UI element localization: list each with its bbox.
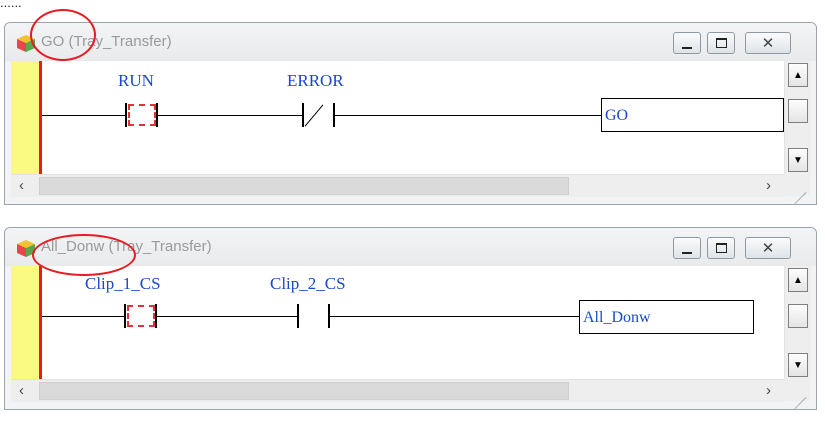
arrow-up-icon: ▲ [793,69,803,81]
rung-wire [42,316,124,317]
minimize-icon [682,249,692,254]
minimize-button[interactable] [673,32,701,54]
maximize-button[interactable] [707,237,735,259]
scroll-left-icon[interactable]: ‹ [19,382,24,399]
horizontal-scrollbar[interactable]: ‹ › [11,174,784,197]
program-icon [17,35,35,52]
left-power-rail [11,266,42,379]
ladder-editor-area[interactable]: Clip_1_CS Clip_2_CS All_Donw [11,266,784,379]
contact-2-label: Clip_2_CS [270,274,346,293]
contact-1-label: Clip_1_CS [85,274,161,293]
horizontal-scrollbar[interactable]: ‹ › [11,379,784,402]
maximize-button[interactable] [707,32,735,54]
contact-2-left-bar [302,103,304,127]
close-button[interactable]: ✕ [745,237,791,259]
vertical-scroll-thumb[interactable] [788,304,808,328]
arrow-up-icon: ▲ [793,274,803,286]
window-titlebar[interactable]: GO (Tray_Transfer) ✕ [5,23,816,61]
output-coil[interactable]: GO [601,98,784,132]
scroll-left-icon[interactable]: ‹ [19,177,24,194]
scroll-up-button[interactable]: ▲ [788,268,808,292]
close-icon: ✕ [761,240,775,257]
rung-wire [158,115,302,116]
program-icon [17,240,35,257]
horizontal-scroll-thumb[interactable] [39,177,569,195]
vertical-scroll-thumb[interactable] [788,99,808,123]
normally-closed-slash [304,104,324,127]
scroll-right-icon[interactable]: › [766,382,771,399]
window-title: All_Donw (Tray_Transfer) [41,238,212,255]
minimize-button[interactable] [673,237,701,259]
close-icon: ✕ [761,35,775,52]
output-coil[interactable]: All_Donw [579,300,754,334]
scroll-right-icon[interactable]: › [766,177,771,194]
resize-grip-icon[interactable] [784,379,810,409]
contact-1-left-bar [124,304,126,328]
rung-wire [335,115,601,116]
ladder-editor-area[interactable]: RUN ERROR GO [11,61,784,174]
vertical-scrollbar[interactable]: ▲ ▼ [784,61,811,174]
coil-label: GO [605,107,629,124]
contact-2-left-bar [297,304,299,328]
rung-wire [330,316,579,317]
minimize-icon [682,44,692,49]
selected-cell-cursor[interactable] [127,305,155,327]
contact-2-label: ERROR [287,71,344,90]
resize-grip-icon[interactable] [784,174,810,204]
scroll-down-button[interactable]: ▼ [788,148,808,172]
rung-wire [157,316,297,317]
cropped-document-text: ...... [0,0,22,10]
close-button[interactable]: ✕ [745,32,791,54]
horizontal-scroll-thumb[interactable] [39,382,569,400]
contact-1-label: RUN [118,71,154,90]
window-title: GO (Tray_Transfer) [41,33,172,50]
contact-1-left-bar [125,103,127,127]
scroll-down-button[interactable]: ▼ [788,353,808,377]
coil-label: All_Donw [583,309,651,326]
selected-cell-cursor[interactable] [128,104,156,126]
ladder-window-all-donw: All_Donw (Tray_Transfer) ✕ Clip_1_CS Cli… [4,227,817,410]
scroll-up-button[interactable]: ▲ [788,63,808,87]
window-titlebar[interactable]: All_Donw (Tray_Transfer) ✕ [5,228,816,266]
maximize-icon [715,38,727,48]
maximize-icon [715,243,727,253]
left-power-rail [11,61,42,174]
vertical-scrollbar[interactable]: ▲ ▼ [784,266,811,379]
rung-wire [42,115,125,116]
arrow-down-icon: ▼ [793,359,803,371]
ladder-window-go: GO (Tray_Transfer) ✕ RUN ERROR GO ▲ ▼ ‹ … [4,22,817,205]
arrow-down-icon: ▼ [793,154,803,166]
